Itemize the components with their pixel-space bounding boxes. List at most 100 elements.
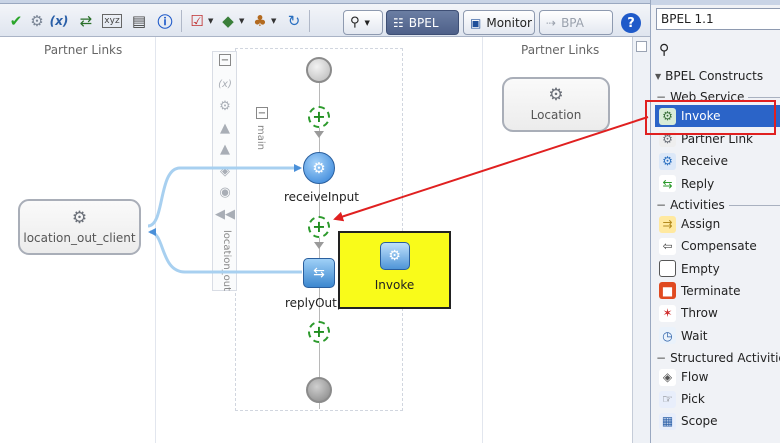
rewind-icon[interactable]: ◀◀ <box>215 205 235 223</box>
add-activity-drop-zone[interactable]: + <box>308 321 330 343</box>
schema-icon[interactable]: ▤ <box>129 11 149 31</box>
toolbar-separator <box>309 10 310 32</box>
invoke-highlight-box <box>645 100 776 135</box>
partner-link-location-out-client[interactable]: ⚙ location_out_client <box>18 199 141 255</box>
collapse-icon: − <box>656 198 667 212</box>
invoke-icon: ⚙ <box>379 242 410 270</box>
variables-icon[interactable]: (x) <box>49 11 69 31</box>
monitor-view-label: Monitor <box>486 15 532 30</box>
warning-icon[interactable]: ▲ <box>216 140 234 158</box>
receive-activity-icon[interactable]: ⚙ <box>303 152 335 184</box>
collapse-icon[interactable]: − <box>256 107 268 119</box>
chevron-down-icon[interactable]: ▼ <box>208 17 213 25</box>
structured-activities-group-header[interactable]: − Structured Activities <box>656 351 780 365</box>
left-partner-links-label: Partner Links <box>44 43 123 57</box>
palette-item-label: Assign <box>681 217 721 231</box>
bpel-view-button[interactable]: ☷ BPEL <box>386 10 459 35</box>
deploy-icon[interactable]: ◆ <box>218 11 238 31</box>
chevron-down-icon[interactable]: ▼ <box>271 17 276 25</box>
palette-item-label: Receive <box>681 154 728 168</box>
bpel-view-label: BPEL <box>408 15 439 30</box>
reply-activity-icon[interactable]: ⇆ <box>303 258 335 288</box>
add-activity-drop-zone[interactable]: + <box>308 216 330 238</box>
palette-item-receive[interactable]: ⚙ Receive <box>655 150 780 172</box>
bpel-constructs-label: BPEL Constructs <box>665 69 764 83</box>
chevron-down-icon[interactable]: ▼ <box>239 17 244 25</box>
palette-item-label: Terminate <box>681 283 741 298</box>
assign-icon: ⇉ <box>659 215 676 233</box>
service-gear-icon: ⚙ <box>71 207 88 228</box>
terminate-icon: ■ <box>659 282 676 300</box>
palette-item-compensate[interactable]: ⇦ Compensate <box>655 235 780 257</box>
variables-icon[interactable]: (x) <box>216 75 234 93</box>
flow-icon: ◈ <box>659 368 676 386</box>
palette-item-terminate[interactable]: ■ Terminate <box>655 280 780 302</box>
palette-item-pick[interactable]: ☞ Pick <box>655 388 780 410</box>
dragged-activity-label: Invoke <box>374 278 415 292</box>
right-partner-links-label: Partner Links <box>521 43 600 57</box>
palette-item-label: Scope <box>681 414 718 429</box>
palette-item-throw[interactable]: ✶ Throw <box>655 302 780 324</box>
activities-group-header[interactable]: − Activities <box>656 198 780 212</box>
designer-toolbar: ✔ ⚙ (x) ⇄ xyz ▤ ⓘ ☑ ▼ ◆ ▼ ♣ ▼ ↻ ⚲ ▼ ☷ BP… <box>0 4 650 37</box>
validate-check-icon[interactable]: ✔ <box>6 11 26 31</box>
warning-icon[interactable]: ▲ <box>216 119 234 137</box>
bpel-design-canvas[interactable]: Partner Links Partner Links ⚙ location_o… <box>0 37 632 443</box>
throw-icon: ✶ <box>659 304 676 322</box>
collapse-icon[interactable]: − <box>219 54 231 66</box>
palette-page-select[interactable]: BPEL 1.1 <box>656 8 780 30</box>
structured-activities-group-label: Structured Activities <box>670 351 780 365</box>
receive-activity-label[interactable]: receiveInput <box>284 190 359 204</box>
empty-icon <box>659 260 676 278</box>
partner-link-location[interactable]: ⚙ Location <box>502 77 610 132</box>
palette-item-label: Reply <box>681 176 715 191</box>
binoculars-icon[interactable]: ⚲ <box>659 42 669 58</box>
start-node[interactable] <box>306 57 332 83</box>
palette-item-empty[interactable]: Empty <box>655 258 780 280</box>
xml-icon[interactable]: xyz <box>102 14 122 28</box>
palette-item-scope[interactable]: ▦ Scope <box>655 410 780 432</box>
palette-item-flow[interactable]: ◈ Flow <box>655 366 780 388</box>
test-icon[interactable]: ♣ <box>250 11 270 31</box>
service-gear-icon: ⚙ <box>548 85 564 105</box>
help-button[interactable]: ? <box>621 13 641 33</box>
palette-title-strip <box>651 0 780 5</box>
add-activity-drop-zone[interactable]: + <box>308 106 330 128</box>
gear-icon[interactable]: ⚙ <box>216 97 234 115</box>
bpel-constructs-header[interactable]: ▼ BPEL Constructs <box>655 69 780 83</box>
search-button[interactable]: ⚲ ▼ <box>343 10 383 35</box>
flow-arrow <box>314 242 324 249</box>
monitor-view-button[interactable]: ▣ Monitor <box>463 10 535 35</box>
monitor-icon: ▣ <box>470 15 482 30</box>
partner-link-icon[interactable]: ⇄ <box>76 11 96 31</box>
dragged-invoke-activity[interactable]: ⚙ Invoke <box>338 231 451 309</box>
bpel-view-icon: ☷ <box>393 15 404 30</box>
info-icon[interactable]: ⓘ <box>155 11 175 31</box>
handler-icon[interactable]: ◉ <box>216 183 234 201</box>
refresh-icon[interactable]: ↻ <box>284 11 304 31</box>
event-icon[interactable]: ◈ <box>216 162 234 180</box>
palette-item-assign[interactable]: ⇉ Assign <box>655 213 780 235</box>
lane-divider <box>155 37 156 443</box>
end-node[interactable] <box>306 377 332 403</box>
gear-icon[interactable]: ⚙ <box>27 11 47 31</box>
partner-link-label: location_out_client <box>23 230 136 245</box>
palette-item-label: Wait <box>681 328 708 343</box>
receive-icon: ⚙ <box>659 152 676 170</box>
scroll-corner[interactable] <box>636 41 647 52</box>
palette-item-reply[interactable]: ⇆ Reply <box>655 173 780 195</box>
binoculars-icon: ⚲ <box>350 15 360 30</box>
palette-item-wait[interactable]: ◷ Wait <box>655 325 780 347</box>
bpa-view-button[interactable]: ⇢ BPA <box>539 10 613 35</box>
collapse-icon: − <box>656 351 667 365</box>
canvas-vertical-scrollbar[interactable] <box>632 37 650 443</box>
component-palette: BPEL 1.1 ⚲ ▼ BPEL Constructs − Web Servi… <box>650 0 780 443</box>
compensate-icon: ⇦ <box>659 237 676 255</box>
palette-item-label: Compensate <box>681 239 757 254</box>
task-icon[interactable]: ☑ <box>187 11 207 31</box>
reply-activity-label[interactable]: replyOutp <box>285 296 344 310</box>
toolbar-separator <box>181 10 182 32</box>
palette-item-label: Pick <box>681 392 705 407</box>
scope-icon: ▦ <box>659 412 676 430</box>
scope-name-label: main <box>255 125 266 150</box>
